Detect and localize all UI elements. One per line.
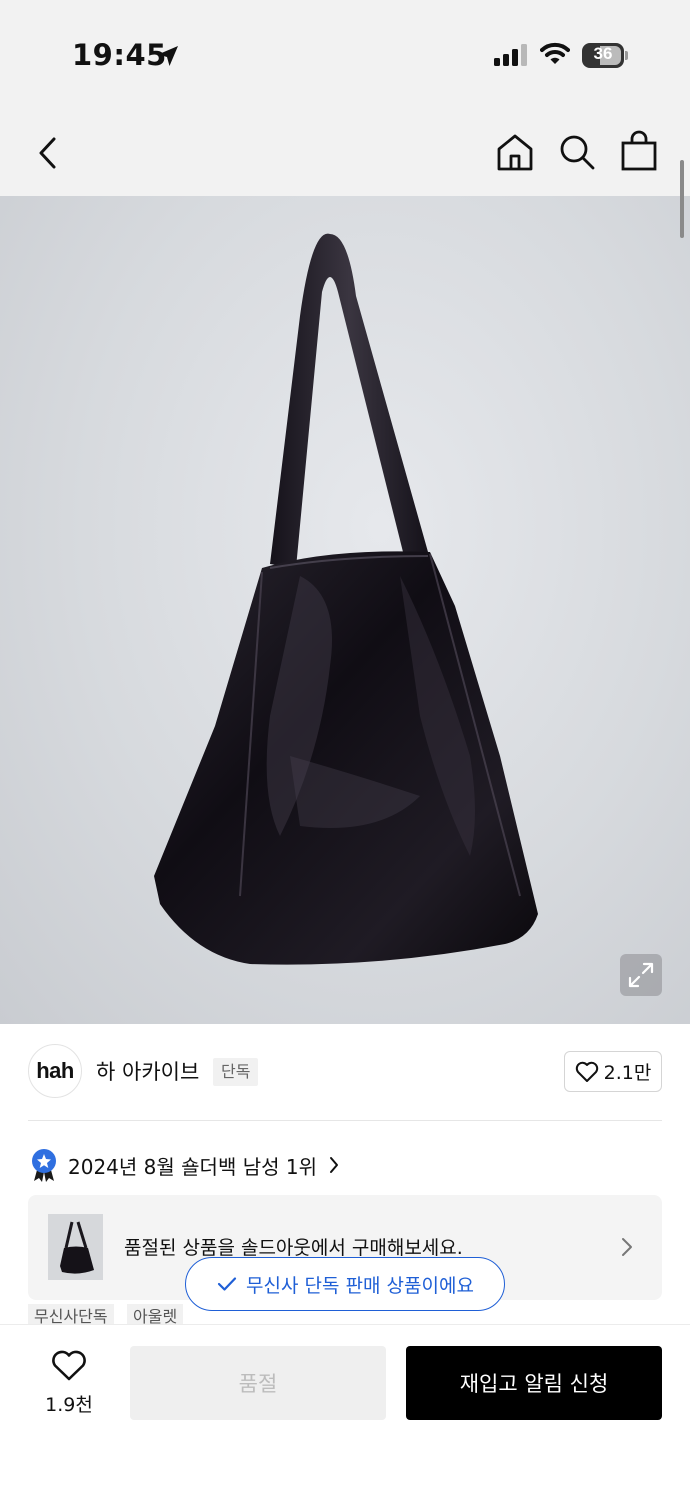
brand-logo[interactable]: hah: [28, 1044, 82, 1098]
ranking-link[interactable]: 2024년 8월 숄더백 남성 1위: [30, 1148, 341, 1182]
soldout-card-text: 품절된 상품을 솔드아웃에서 구매해보세요.: [124, 1237, 463, 1259]
scroll-indicator[interactable]: [680, 160, 684, 238]
signal-icon: [494, 44, 527, 66]
status-time: 19:45: [72, 38, 167, 72]
home-icon[interactable]: [495, 132, 535, 172]
ranking-text: 2024년 8월 숄더백 남성 1위: [68, 1154, 317, 1179]
toast-text: 무신사 단독 판매 상품이에요: [246, 1274, 474, 1297]
check-icon: [217, 1277, 237, 1291]
wifi-icon: [540, 42, 570, 64]
bag-thumbnail-icon: [60, 1221, 94, 1274]
back-chevron-icon[interactable]: [36, 136, 62, 170]
battery-icon: 36: [582, 43, 628, 68]
product-image[interactable]: [0, 196, 690, 1024]
wishlist-count: 1.9천: [45, 1394, 93, 1416]
heart-icon: [52, 1350, 86, 1381]
heart-icon: [575, 1061, 598, 1082]
ranking-medal-icon: [32, 1149, 56, 1182]
search-icon[interactable]: [557, 132, 597, 172]
wishlist-button[interactable]: 1.9천: [38, 1348, 100, 1418]
exclusive-badge: 단독: [213, 1058, 259, 1086]
expand-image-button[interactable]: [620, 954, 662, 996]
restock-alert-button[interactable]: 재입고 알림 신청: [406, 1346, 662, 1420]
shoulder-bag-illustration: [154, 233, 538, 965]
brand-like-count: 2.1만: [603, 1062, 652, 1084]
shopping-bag-icon[interactable]: [620, 130, 658, 172]
battery-level: 36: [593, 44, 613, 63]
brand-like-button[interactable]: 2.1만: [564, 1051, 662, 1092]
chevron-right-icon: [622, 1238, 632, 1256]
brand-name[interactable]: 하 아카이브: [96, 1056, 199, 1086]
chevron-right-icon: [329, 1157, 338, 1173]
soldout-button: 품절: [130, 1346, 386, 1420]
expand-icon: [628, 962, 654, 988]
location-arrow-icon: [158, 46, 178, 66]
top-nav-bar: [0, 110, 690, 196]
status-bar: 19:45 36: [0, 0, 690, 110]
exclusive-toast: 무신사 단독 판매 상품이에요: [185, 1257, 505, 1311]
divider: [28, 1120, 662, 1121]
product-thumbnail: [48, 1214, 103, 1280]
